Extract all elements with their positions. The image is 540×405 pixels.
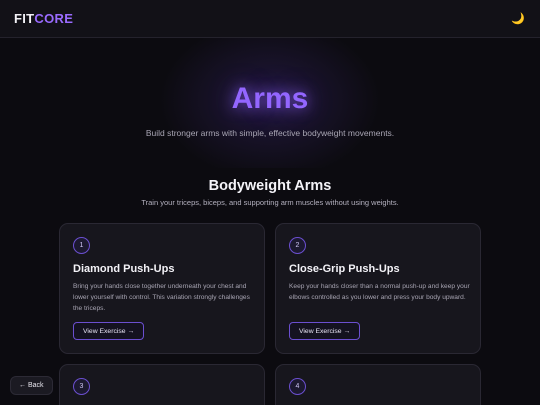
logo[interactable]: FITCORE xyxy=(14,11,73,26)
logo-text-fit: FIT xyxy=(14,11,35,26)
back-button[interactable]: ← Back xyxy=(10,376,53,395)
view-exercise-button[interactable]: View Exercise → xyxy=(289,322,361,340)
exercise-card: 2 Close-Grip Push-Ups Keep your hands cl… xyxy=(275,223,481,354)
exercise-description: Keep your hands closer than a normal pus… xyxy=(289,283,470,301)
moon-icon[interactable]: 🌙 xyxy=(510,11,526,27)
page-title: Arms xyxy=(231,82,309,115)
hero-section: Arms Build stronger arms with simple, ef… xyxy=(0,38,540,168)
section-subtitle: Train your triceps, biceps, and supporti… xyxy=(141,198,399,207)
exercise-description: Bring your hands close together undernea… xyxy=(73,283,250,312)
top-navbar: FITCORE 🌙 xyxy=(0,0,540,38)
exercise-card: 3 xyxy=(59,364,265,405)
exercise-card: 4 xyxy=(275,364,481,405)
section-title: Bodyweight Arms xyxy=(208,178,332,194)
exercise-number-badge: 1 xyxy=(73,237,90,254)
exercise-number-badge: 3 xyxy=(73,378,90,395)
page-subtitle: Build stronger arms with simple, effecti… xyxy=(145,128,395,138)
exercise-title: Diamond Push-Ups xyxy=(73,263,175,275)
view-exercise-button[interactable]: View Exercise → xyxy=(73,322,145,340)
exercise-title: Close-Grip Push-Ups xyxy=(289,263,400,275)
exercise-card: 1 Diamond Push-Ups Bring your hands clos… xyxy=(59,223,265,354)
logo-text-core: CORE xyxy=(34,11,74,26)
exercise-number-badge: 4 xyxy=(289,378,306,395)
exercise-number-badge: 2 xyxy=(289,237,306,254)
